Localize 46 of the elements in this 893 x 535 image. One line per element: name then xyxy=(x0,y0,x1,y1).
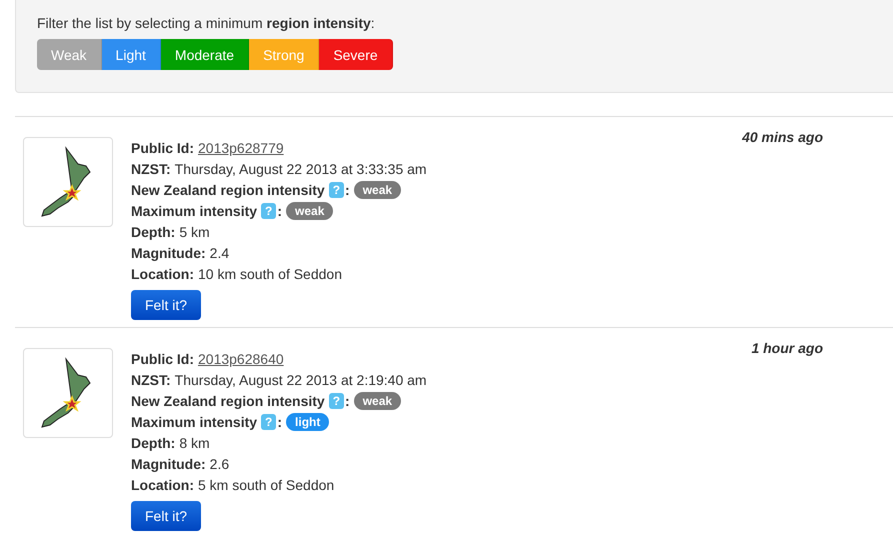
public-id-link[interactable]: 2013p628779 xyxy=(198,140,284,156)
intensity-badge: weak xyxy=(354,392,402,410)
intensity-badge: light xyxy=(286,412,330,430)
time-ago: 40 mins ago xyxy=(742,129,823,145)
help-button[interactable]: ? xyxy=(261,414,276,430)
field-label: Public Id: xyxy=(131,350,194,366)
intensity-filter-button[interactable]: Severe xyxy=(319,39,393,70)
field-value: 2.6 xyxy=(210,456,230,472)
field-label: Maximum intensity xyxy=(131,414,258,430)
intensity-filter-button[interactable]: Light xyxy=(102,39,161,70)
field-label: New Zealand region intensity xyxy=(131,392,325,408)
time-ago: 1 hour ago xyxy=(751,340,823,356)
colon: : xyxy=(277,414,282,430)
field-label: Location: xyxy=(131,476,194,492)
field-value: Thursday, August 22 2013 at 3:33:35 am xyxy=(174,160,427,176)
field-label: Depth: xyxy=(131,224,176,240)
intensity-filter-button[interactable]: Moderate xyxy=(160,39,250,70)
field-value: 5 km south of Seddon xyxy=(198,476,334,492)
field-label: Public Id: xyxy=(131,140,194,156)
field-label: Magnitude: xyxy=(131,456,206,472)
colon: : xyxy=(345,392,350,408)
help-button[interactable]: ? xyxy=(328,182,344,198)
help-button[interactable]: ? xyxy=(328,392,344,408)
field-value: 10 km south of Seddon xyxy=(198,266,342,282)
field-value: Thursday, August 22 2013 at 2:19:40 am xyxy=(174,372,427,388)
filter-prompt: Filter the list by selecting a minimum region intensity: xyxy=(37,14,376,32)
colon: : xyxy=(345,182,350,198)
felt-it-button[interactable]: Felt it? xyxy=(131,501,202,531)
field-label: Depth: xyxy=(131,434,176,450)
public-id-link[interactable]: 2013p628640 xyxy=(198,350,284,366)
help-button[interactable]: ? xyxy=(261,202,276,218)
field-label: NZST: xyxy=(131,160,171,176)
field-label: Location: xyxy=(131,266,194,282)
intensity-badge: weak xyxy=(286,202,334,220)
field-label: Maximum intensity xyxy=(131,202,258,218)
field-label: New Zealand region intensity xyxy=(131,182,325,198)
field-value: 2.4 xyxy=(210,244,230,260)
field-label: Magnitude: xyxy=(131,244,206,260)
field-value: 8 km xyxy=(179,434,210,450)
field-value: 5 km xyxy=(179,224,210,240)
intensity-badge: weak xyxy=(354,180,402,198)
felt-it-button[interactable]: Felt it? xyxy=(131,290,202,320)
field-label: NZST: xyxy=(131,372,171,388)
intensity-filter-button[interactable]: Weak xyxy=(37,39,102,70)
colon: : xyxy=(277,202,282,218)
intensity-filter-button[interactable]: Strong xyxy=(249,39,320,70)
